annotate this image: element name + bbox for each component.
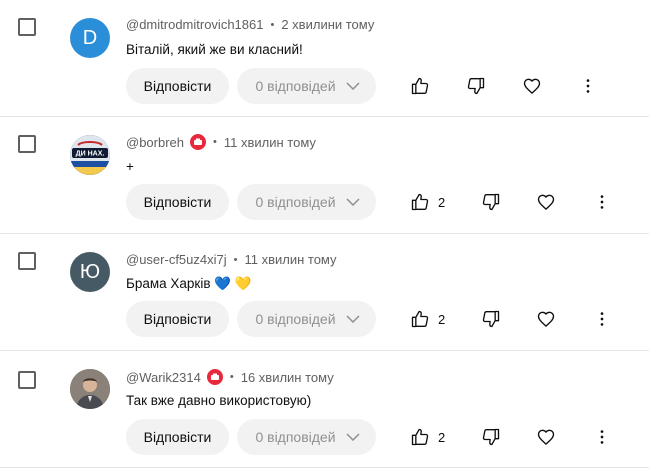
reply-button[interactable]: Відповісти: [126, 184, 229, 220]
comment-meta: @Warik2314 • 16 хвилин тому: [126, 369, 334, 385]
replies-dropdown[interactable]: 0 відповідей: [237, 184, 376, 220]
comment-meta: @dmitrodmitrovich1861 • 2 хвилини тому: [126, 17, 374, 32]
chevron-down-icon: [346, 198, 360, 206]
timestamp[interactable]: 16 хвилин тому: [241, 370, 334, 385]
separator-dot: •: [229, 371, 234, 383]
author-name[interactable]: @user-cf5uz4xi7j: [126, 252, 227, 267]
comment-text: Віталій, який же ви класний!: [126, 42, 303, 57]
dislike-icon[interactable]: [479, 425, 503, 449]
timestamp[interactable]: 11 хвилин тому: [244, 252, 336, 267]
dislike-icon[interactable]: [479, 190, 503, 214]
replies-dropdown[interactable]: 0 відповідей: [237, 419, 376, 455]
separator-dot: •: [270, 18, 275, 31]
heart-icon[interactable]: [534, 425, 558, 449]
author-name[interactable]: @borbreh: [126, 135, 184, 150]
comment-meta: @user-cf5uz4xi7j • 11 хвилин тому: [126, 252, 337, 267]
svg-text:ДИ НАХ.: ДИ НАХ.: [76, 151, 105, 158]
comment-row: D @dmitrodmitrovich1861 • 2 хвилини тому…: [0, 0, 649, 117]
replies-label: 0 відповідей: [255, 194, 336, 210]
timestamp[interactable]: 11 хвилин тому: [224, 135, 316, 150]
select-checkbox[interactable]: [18, 252, 36, 270]
like-icon[interactable]: [408, 190, 432, 214]
more-options-icon[interactable]: [590, 190, 614, 214]
chevron-down-icon: [346, 82, 360, 90]
author-name[interactable]: @dmitrodmitrovich1861: [126, 17, 263, 32]
replies-label: 0 відповідей: [255, 311, 336, 327]
heart-icon[interactable]: [520, 74, 544, 98]
timestamp[interactable]: 2 хвилини тому: [281, 17, 374, 32]
comment-text: +: [126, 159, 134, 174]
avatar[interactable]: D: [70, 18, 110, 58]
replies-label: 0 відповідей: [255, 78, 336, 94]
select-checkbox[interactable]: [18, 371, 36, 389]
comment-meta: @borbreh • 11 хвилин тому: [126, 134, 316, 150]
chevron-down-icon: [346, 315, 360, 323]
like-icon[interactable]: [408, 74, 432, 98]
member-badge-icon: [190, 134, 207, 150]
comment-row: @Warik2314 • 16 хвилин тому Так вже давн…: [0, 351, 649, 468]
like-count: 2: [438, 312, 446, 327]
avatar-letter: D: [82, 26, 98, 49]
more-options-icon[interactable]: [590, 307, 614, 331]
heart-icon[interactable]: [534, 190, 558, 214]
replies-dropdown[interactable]: 0 відповідей: [237, 301, 376, 337]
avatar-image: [70, 369, 110, 409]
comment-row: ДИ НАХ. @borbreh • 11 хвилин тому + Відп…: [0, 117, 649, 234]
like-icon[interactable]: [408, 425, 432, 449]
like-icon[interactable]: [408, 307, 432, 331]
member-badge-icon: [206, 369, 223, 385]
heart-icon[interactable]: [534, 307, 558, 331]
like-count: 2: [438, 430, 446, 445]
select-checkbox[interactable]: [18, 135, 36, 153]
reply-button[interactable]: Відповісти: [126, 419, 229, 455]
chevron-down-icon: [346, 433, 360, 441]
avatar[interactable]: [70, 369, 110, 409]
comment-row: Ю @user-cf5uz4xi7j • 11 хвилин тому Брам…: [0, 234, 649, 351]
comment-text: Так вже давно використовую): [126, 393, 312, 408]
dislike-icon[interactable]: [464, 74, 488, 98]
select-checkbox[interactable]: [18, 18, 36, 36]
replies-label: 0 відповідей: [255, 429, 336, 445]
avatar-letter: Ю: [79, 260, 101, 283]
dislike-icon[interactable]: [479, 307, 503, 331]
more-options-icon[interactable]: [590, 425, 614, 449]
author-name[interactable]: @Warik2314: [126, 370, 201, 385]
separator-dot: •: [233, 253, 238, 266]
more-options-icon[interactable]: [576, 74, 600, 98]
avatar[interactable]: Ю: [70, 252, 110, 292]
reply-button[interactable]: Відповісти: [126, 68, 229, 104]
avatar-image: ДИ НАХ.: [70, 135, 110, 175]
separator-dot: •: [213, 136, 217, 148]
replies-dropdown[interactable]: 0 відповідей: [237, 68, 376, 104]
comment-text: Брама Харків 💙 💛: [126, 276, 252, 291]
like-count: 2: [438, 195, 446, 210]
avatar[interactable]: ДИ НАХ.: [70, 135, 110, 175]
reply-button[interactable]: Відповісти: [126, 301, 229, 337]
